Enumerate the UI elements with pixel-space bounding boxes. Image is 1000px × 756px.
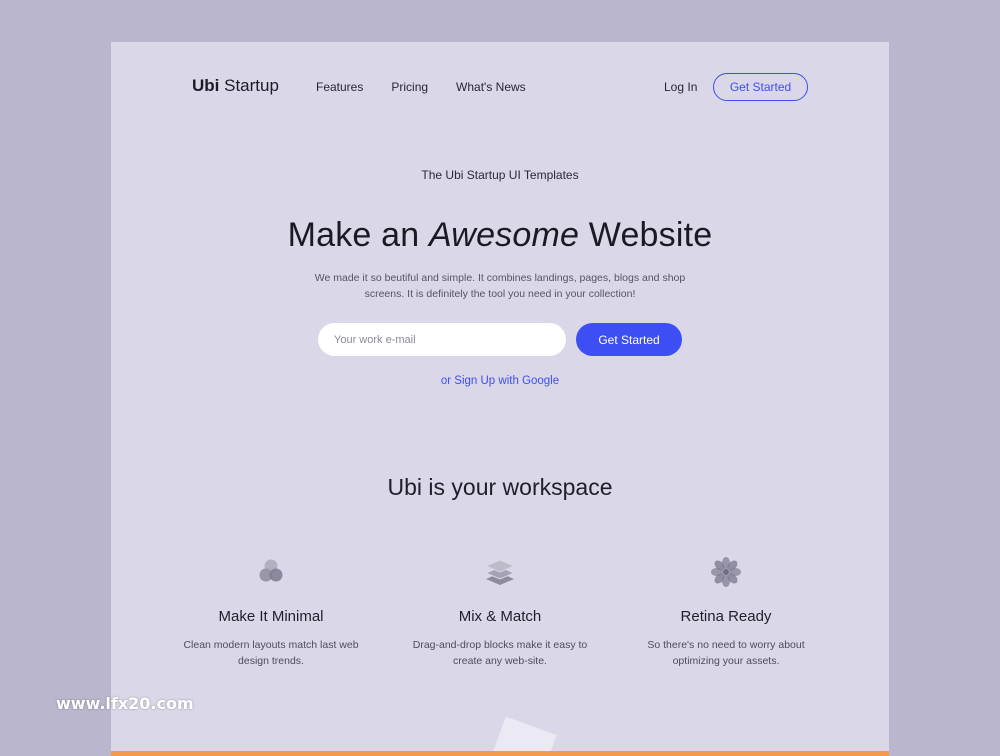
landing-page: Ubi Startup Features Pricing What's News… (111, 42, 889, 756)
nav-item-pricing[interactable]: Pricing (391, 80, 428, 94)
google-signup-link[interactable]: or Sign Up with Google (111, 375, 889, 387)
nav-item-whats-news[interactable]: What's News (456, 80, 526, 94)
email-input[interactable] (318, 323, 566, 356)
feature-title: Retina Ready (680, 608, 772, 625)
brand-rest: Startup (219, 76, 279, 95)
feature-description: So there's no need to worry about optimi… (647, 639, 805, 667)
circles-icon (259, 559, 283, 582)
features-title: Ubi is your workspace (387, 474, 613, 500)
hero-title-post: Website (579, 216, 713, 254)
hero-subtitle: We made it so beutiful and simple. It co… (314, 272, 686, 300)
feature-card: Retina Ready So there's no need to worry… (626, 556, 826, 669)
hero-title-pre: Make an (287, 216, 430, 254)
login-link[interactable]: Log In (664, 80, 697, 94)
feature-card: Mix & Match Drag-and-drop blocks make it… (400, 556, 600, 669)
main-nav: Features Pricing What's News (316, 80, 526, 94)
bottom-accent-bar (111, 751, 889, 756)
brand-bold: Ubi (192, 76, 220, 95)
header-get-started-button[interactable]: Get Started (713, 73, 808, 101)
nav-item-features[interactable]: Features (316, 80, 363, 94)
hero-title-emphasis: Awesome (429, 216, 580, 254)
feature-description: Drag-and-drop blocks make it easy to cre… (412, 639, 588, 667)
feature-card: Make It Minimal Clean modern layouts mat… (171, 556, 371, 669)
feature-title: Make It Minimal (218, 608, 324, 625)
brand-logo[interactable]: Ubi Startup (192, 76, 279, 96)
feature-description: Clean modern layouts match last web desi… (183, 639, 359, 667)
hero-get-started-button[interactable]: Get Started (576, 323, 682, 356)
hero-title: Make an Awesome Website (111, 216, 889, 255)
flower-icon (711, 557, 741, 587)
watermark-text: www.lfx20.com (56, 694, 194, 713)
layers-icon (484, 559, 516, 585)
feature-title: Mix & Match (458, 608, 542, 625)
screen: Ubi Startup Features Pricing What's News… (0, 0, 1000, 756)
hero-eyebrow: The Ubi Startup UI Templates (421, 168, 579, 182)
